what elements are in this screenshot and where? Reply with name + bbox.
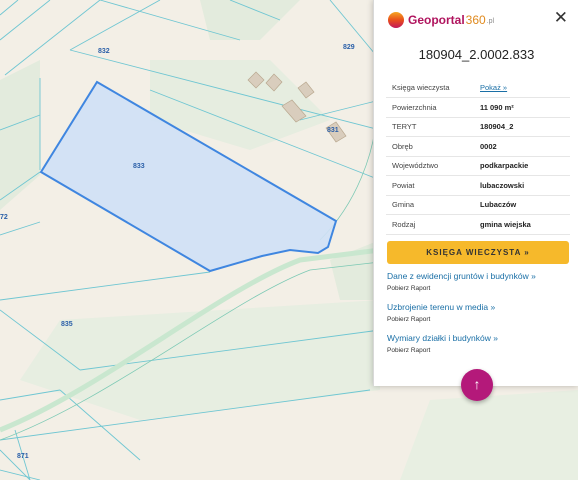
parcel-label[interactable]: 831 [327,127,339,134]
attribute-row: Województwo podkarpackie [386,156,570,176]
parcel-label[interactable]: 835 [61,321,73,328]
attribute-value: gmina wiejska [480,214,570,235]
land-register-button[interactable]: KSIĘGA WIECZYSTA » [387,241,569,264]
attribute-key: TERYT [386,117,480,137]
report-link-land-records[interactable]: Dane z ewidencji gruntów i budynków » [387,271,536,281]
parcel-label[interactable]: 833 [133,163,145,170]
parcel-label[interactable]: 829 [343,44,355,51]
attribute-key: Gmina [386,195,480,215]
report-link-utilities[interactable]: Uzbrojenie terenu w media » [387,302,495,312]
report-download-label[interactable]: Pobierz Raport [387,316,430,323]
parcel-info-panel: Geoportal 360 .pl ✕ 180904_2.0002.833 Ks… [373,0,578,386]
close-icon[interactable]: ✕ [554,9,568,26]
geoportal-logo[interactable]: Geoportal 360 .pl [388,12,494,28]
attributes-table: Księga wieczysta Pokaż » Powierzchnia 11 09… [386,78,570,235]
parcel-id-title: 180904_2.0002.833 [418,47,535,62]
scroll-up-button[interactable]: ↑ [461,369,493,401]
attribute-row: Obręb 0002 [386,136,570,157]
logo-text: Geoportal [408,13,465,27]
attribute-row: Rodzaj gmina wiejska [386,214,570,235]
attribute-value: podkarpackie [480,156,570,176]
attribute-key: Powiat [386,175,480,196]
attribute-key: Powierzchnia [386,97,480,118]
attribute-key: Województwo [386,156,480,176]
logo-suffix: .pl [486,18,495,25]
attribute-value: 0002 [480,136,570,157]
attribute-value: 11 090 m² [480,97,570,118]
attribute-row: TERYT 180904_2 [386,117,570,137]
attribute-key: Księga wieczysta [386,78,480,98]
attribute-row: Gmina Lubaczów [386,195,570,215]
attribute-key: Obręb [386,136,480,157]
parcel-label[interactable]: 72 [0,214,8,221]
attribute-row: Powierzchnia 11 090 m² [386,97,570,118]
parcel-label[interactable]: 871 [17,453,29,460]
attribute-value: lubaczowski [480,175,570,196]
report-link-dimensions[interactable]: Wymiary działki i budynków » [387,333,498,343]
logo-number: 360 [465,13,486,27]
attribute-value: 180904_2 [480,117,570,137]
show-land-register-link[interactable]: Pokaż » [480,78,570,98]
report-download-label[interactable]: Pobierz Raport [387,285,430,292]
parcel-label[interactable]: 832 [98,48,110,55]
attribute-row: Powiat lubaczowski [386,175,570,196]
attribute-row: Księga wieczysta Pokaż » [386,78,570,98]
logo-icon [388,12,404,28]
attribute-key: Rodzaj [386,214,480,235]
attribute-value: Lubaczów [480,195,570,215]
report-download-label[interactable]: Pobierz Raport [387,347,430,354]
